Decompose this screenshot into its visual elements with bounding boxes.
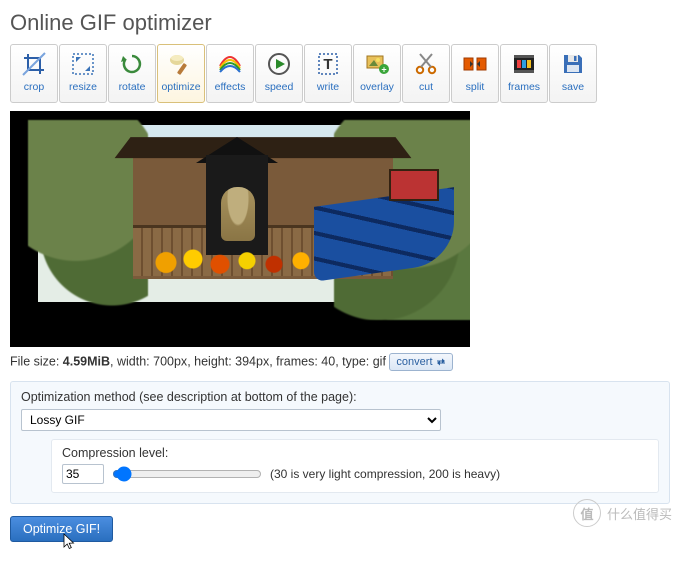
tool-effects[interactable]: effects [206,44,254,103]
tool-label: frames [508,81,540,93]
file-size-label: File size: [10,354,63,368]
tool-label: split [466,81,485,93]
tool-cut[interactable]: cut [402,44,450,103]
optimize-button[interactable]: Optimize GIF! [10,516,113,542]
watermark: 值 什么值得买 [573,499,672,527]
tool-label: speed [265,81,294,93]
compression-label: Compression level: [62,446,648,460]
tool-overlay[interactable]: + overlay [353,44,401,103]
compression-slider[interactable] [112,466,262,482]
crop-icon [18,48,50,80]
file-frames: , frames: 40 [269,354,335,368]
compression-input[interactable] [62,464,104,484]
tool-label: resize [69,81,97,93]
watermark-text: 什么值得买 [607,504,672,523]
tool-label: cut [419,81,433,93]
tool-label: rotate [119,81,146,93]
write-icon: T [312,48,344,80]
tool-write[interactable]: Twrite [304,44,352,103]
method-select[interactable]: Lossy GIF [21,409,441,431]
split-icon [459,48,491,80]
tool-label: optimize [161,81,200,93]
tool-label: write [317,81,339,93]
convert-button[interactable]: convert [389,353,452,371]
tool-label: effects [215,81,246,93]
optimize-button-label: Optimize GIF! [23,522,100,536]
optimize-icon [165,48,197,80]
svg-text:T: T [323,56,332,73]
speed-icon [263,48,295,80]
file-size-value: 4.59MiB [63,354,110,368]
file-height: , height: 394px [187,354,269,368]
tool-label: overlay [360,81,394,93]
tool-frames[interactable]: frames [500,44,548,103]
file-width: , width: 700px [110,354,187,368]
file-type: , type: gif [335,354,386,368]
gif-preview [10,111,470,347]
tool-label: crop [24,81,44,93]
optimization-panel: Optimization method (see description at … [10,381,670,504]
effects-icon [214,48,246,80]
tool-crop[interactable]: crop [10,44,58,103]
tool-optimize[interactable]: optimize [157,44,205,103]
convert-label: convert [396,356,432,368]
svg-text:+: + [381,65,386,75]
tool-speed[interactable]: speed [255,44,303,103]
page-title: Online GIF optimizer [10,10,670,36]
cut-icon [410,48,442,80]
convert-icon [436,357,446,367]
compression-subpanel: Compression level: (30 is very light com… [51,439,659,493]
save-icon [557,48,589,80]
tool-rotate[interactable]: rotate [108,44,156,103]
tool-label: save [562,81,584,93]
file-info: File size: 4.59MiB, width: 700px, height… [10,353,670,371]
resize-icon [67,48,99,80]
rotate-icon [116,48,148,80]
frames-icon [508,48,540,80]
tool-resize[interactable]: resize [59,44,107,103]
tool-split[interactable]: split [451,44,499,103]
overlay-icon: + [361,48,393,80]
compression-hint: (30 is very light compression, 200 is he… [270,467,500,481]
method-label: Optimization method (see description at … [21,390,659,404]
watermark-badge: 值 [573,499,601,527]
tool-save[interactable]: save [549,44,597,103]
toolbar: crop resize rotate optimize effects speed Twri… [10,44,670,103]
